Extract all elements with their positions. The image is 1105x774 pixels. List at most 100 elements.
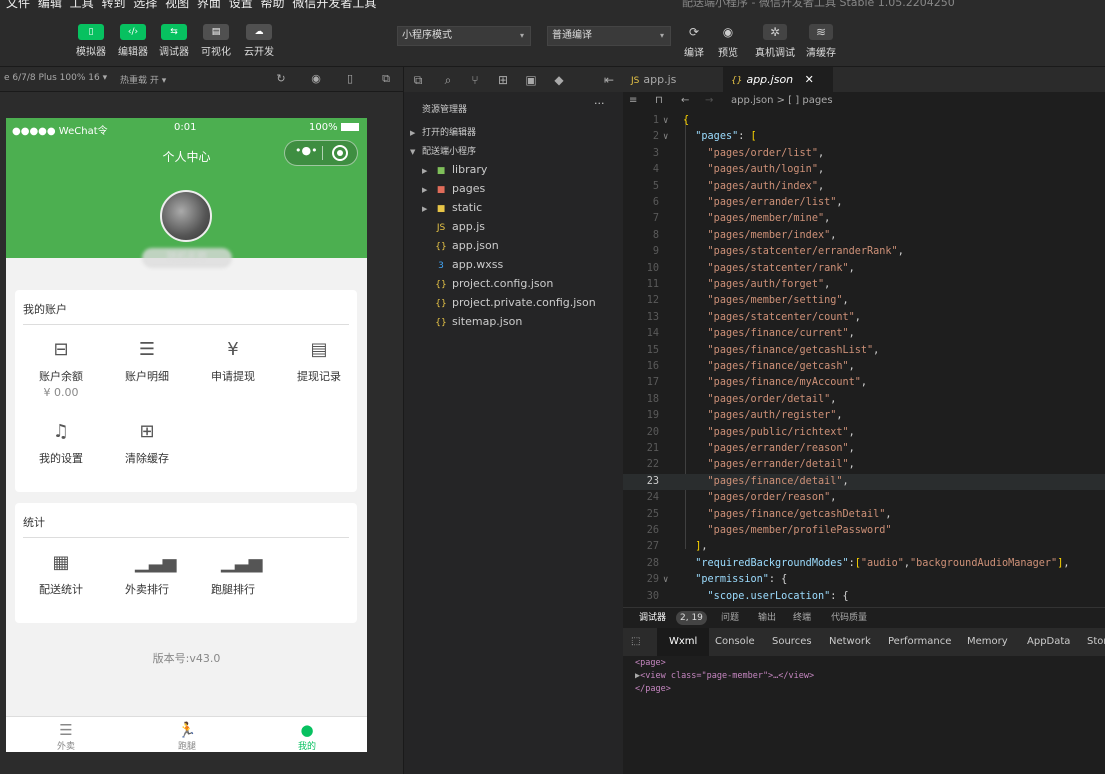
project-section[interactable]: ▼ 配送端小程序 xyxy=(410,144,476,157)
visual-button[interactable]: ▤ 可视化 xyxy=(199,18,233,58)
code-line[interactable]: 2 ∨ "pages": [ xyxy=(623,129,1105,145)
avatar[interactable] xyxy=(160,190,212,242)
code-line[interactable]: 16 "pages/finance/getcash", xyxy=(623,359,1105,375)
code-line[interactable]: 1 ∨{ xyxy=(623,113,1105,129)
code-line[interactable]: 8 "pages/member/index", xyxy=(623,228,1105,244)
tree-folder-pages[interactable]: ▶ ■ pages xyxy=(422,182,485,195)
tab-problems[interactable]: 问题 xyxy=(721,608,739,628)
code-line[interactable]: 12 "pages/member/setting", xyxy=(623,293,1105,309)
dom-page-open[interactable]: <page> xyxy=(635,658,666,668)
code-line[interactable]: 20 "pages/public/richtext", xyxy=(623,425,1105,441)
tree-file-projectprivateconfig[interactable]: {} project.private.config.json xyxy=(434,296,595,309)
whale-icon[interactable]: ◆ xyxy=(551,72,567,88)
open-editors-section[interactable]: ▶ 打开的编辑器 xyxy=(410,125,476,138)
tree-file-projectconfig[interactable]: {} project.config.json xyxy=(434,277,553,290)
search-icon[interactable]: ⌕ xyxy=(440,72,456,88)
code-line[interactable]: 30 "scope.userLocation": { xyxy=(623,589,1105,605)
clear-cache-cell[interactable]: ⊞ 清除缓存 xyxy=(107,420,187,466)
code-line[interactable]: 14 "pages/finance/current", xyxy=(623,326,1105,342)
tab-appjson[interactable]: {} app.json ✕ xyxy=(723,67,833,92)
balance-cell[interactable]: ⊟ 账户余额 ¥ 0.00 xyxy=(21,338,101,399)
tree-file-appwxss[interactable]: 3 app.wxss xyxy=(434,258,503,271)
clear-cache-button[interactable]: ≋ 清缓存 xyxy=(804,22,838,60)
preview-button[interactable]: ◉ 预览 xyxy=(716,22,740,60)
tab-sources[interactable]: Sources xyxy=(772,628,812,656)
code-line[interactable]: 4 "pages/auth/login", xyxy=(623,162,1105,178)
code-line[interactable]: 9 "pages/statcenter/erranderRank", xyxy=(623,244,1105,260)
collapse-icon[interactable]: ⇤ xyxy=(601,72,617,88)
tree-folder-static[interactable]: ▶ ■ static xyxy=(422,201,482,214)
code-line[interactable]: 17 "pages/finance/myAccount", xyxy=(623,375,1105,391)
code-line[interactable]: 10 "pages/statcenter/rank", xyxy=(623,261,1105,277)
code-line[interactable]: 25 "pages/finance/getcashDetail", xyxy=(623,507,1105,523)
close-mini-program-icon[interactable] xyxy=(332,145,348,161)
compile-select[interactable]: 普通编译 ▾ xyxy=(547,26,671,46)
panel-icon[interactable]: ▣ xyxy=(523,72,539,88)
code-line[interactable]: 6 "pages/errander/list", xyxy=(623,195,1105,211)
code-line[interactable]: 19 "pages/auth/register", xyxy=(623,408,1105,424)
code-line[interactable]: 7 "pages/member/mine", xyxy=(623,211,1105,227)
tab-errand[interactable]: 🏃 跑腿 xyxy=(157,721,217,752)
tab-wxml[interactable]: Wxml xyxy=(657,628,710,656)
source-control-icon[interactable]: ⑂ xyxy=(467,72,483,88)
code-line[interactable]: 28 "requiredBackgroundModes":["audio","b… xyxy=(623,556,1105,572)
code-line[interactable]: 23 "pages/finance/detail", xyxy=(623,473,1105,491)
debugger-button[interactable]: ⇆ 调试器 xyxy=(157,18,191,58)
hotreload-select[interactable]: 热重载 开 ▾ xyxy=(120,73,166,86)
tab-storage[interactable]: Stor xyxy=(1087,628,1105,656)
extensions-icon[interactable]: ⊞ xyxy=(495,72,511,88)
tab-takeout[interactable]: ☰ 外卖 xyxy=(36,721,96,752)
inspect-icon[interactable]: ⬚ xyxy=(631,628,640,656)
editor-button[interactable]: ‹/› 编辑器 xyxy=(116,18,150,58)
code-line[interactable]: 3 "pages/order/list", xyxy=(623,146,1105,162)
code-line[interactable]: 18 "pages/order/detail", xyxy=(623,392,1105,408)
tab-console[interactable]: Console xyxy=(715,628,755,656)
dom-page-close[interactable]: </page> xyxy=(635,684,671,694)
tree-file-sitemap[interactable]: {} sitemap.json xyxy=(434,315,522,328)
code-line[interactable]: 24 "pages/order/reason", xyxy=(623,490,1105,506)
capsule-menu[interactable]: •●• xyxy=(284,140,358,166)
real-debug-button[interactable]: ✲ 真机调试 xyxy=(753,22,797,60)
code-line[interactable]: 11 "pages/auth/forget", xyxy=(623,277,1105,293)
tab-output[interactable]: 输出 xyxy=(758,608,776,628)
tab-memory[interactable]: Memory xyxy=(967,628,1008,656)
tab-mine[interactable]: ● 我的 xyxy=(277,721,337,752)
tree-file-appjs[interactable]: JS app.js xyxy=(434,220,485,233)
record-icon[interactable]: ◉ xyxy=(309,72,323,86)
tree-folder-library[interactable]: ▶ ■ library xyxy=(422,163,487,176)
mode-select[interactable]: 小程序模式 ▾ xyxy=(397,26,531,46)
tab-code-quality[interactable]: 代码质量 xyxy=(831,608,867,628)
code-line[interactable]: 5 "pages/auth/index", xyxy=(623,179,1105,195)
tab-performance[interactable]: Performance xyxy=(888,628,951,656)
menu-items[interactable]: 文件 编辑 工具 转到 选择 视图 界面 设置 帮助 微信开发者工具 xyxy=(6,0,376,10)
tab-appjs[interactable]: JS app.js xyxy=(623,67,723,92)
delivery-stats-cell[interactable]: ▦ 配送统计 xyxy=(21,551,101,597)
rotate-icon[interactable]: ↻ xyxy=(274,72,288,86)
tree-file-appjson[interactable]: {} app.json xyxy=(434,239,498,252)
tab-debugger[interactable]: 调试器 xyxy=(639,608,666,628)
more-icon[interactable]: •●• xyxy=(295,144,318,157)
withdraw-cell[interactable]: ¥ 申请提现 xyxy=(193,338,273,384)
errand-rank-cell[interactable]: ▁▃▅ 跑腿排行 xyxy=(193,551,273,597)
files-icon[interactable]: ⧉ xyxy=(410,72,426,88)
tab-appdata[interactable]: AppData xyxy=(1027,628,1070,656)
detach-icon[interactable]: ⧉ xyxy=(379,72,393,86)
dom-view-node[interactable]: ▶<view class="page-member">…</view> xyxy=(635,671,814,681)
code-line[interactable]: 22 "pages/errander/detail", xyxy=(623,457,1105,473)
code-line[interactable]: 15 "pages/finance/getcashList", xyxy=(623,343,1105,359)
cloud-button[interactable]: ☁ 云开发 xyxy=(242,18,276,58)
device-select[interactable]: e 6/7/8 Plus 100% 16 ▾ xyxy=(4,73,107,83)
compile-button[interactable]: ⟳ 编译 xyxy=(682,22,706,60)
settings-cell[interactable]: ♫ 我的设置 xyxy=(21,420,101,466)
code-line[interactable]: 29 ∨ "permission": { xyxy=(623,572,1105,588)
code-line[interactable]: 21 "pages/errander/reason", xyxy=(623,441,1105,457)
phone-icon[interactable]: ▯ xyxy=(343,72,357,86)
more-icon[interactable]: ··· xyxy=(594,97,605,110)
account-detail-cell[interactable]: ☰ 账户明细 xyxy=(107,338,187,384)
takeout-rank-cell[interactable]: ▁▃▅ 外卖排行 xyxy=(107,551,187,597)
code-line[interactable]: 26 "pages/member/profilePassword" xyxy=(623,523,1105,539)
code-line[interactable]: 27 ], xyxy=(623,539,1105,555)
tab-network[interactable]: Network xyxy=(829,628,871,656)
tab-terminal[interactable]: 终端 xyxy=(793,608,811,628)
withdraw-record-cell[interactable]: ▤ 提现记录 xyxy=(279,338,359,384)
